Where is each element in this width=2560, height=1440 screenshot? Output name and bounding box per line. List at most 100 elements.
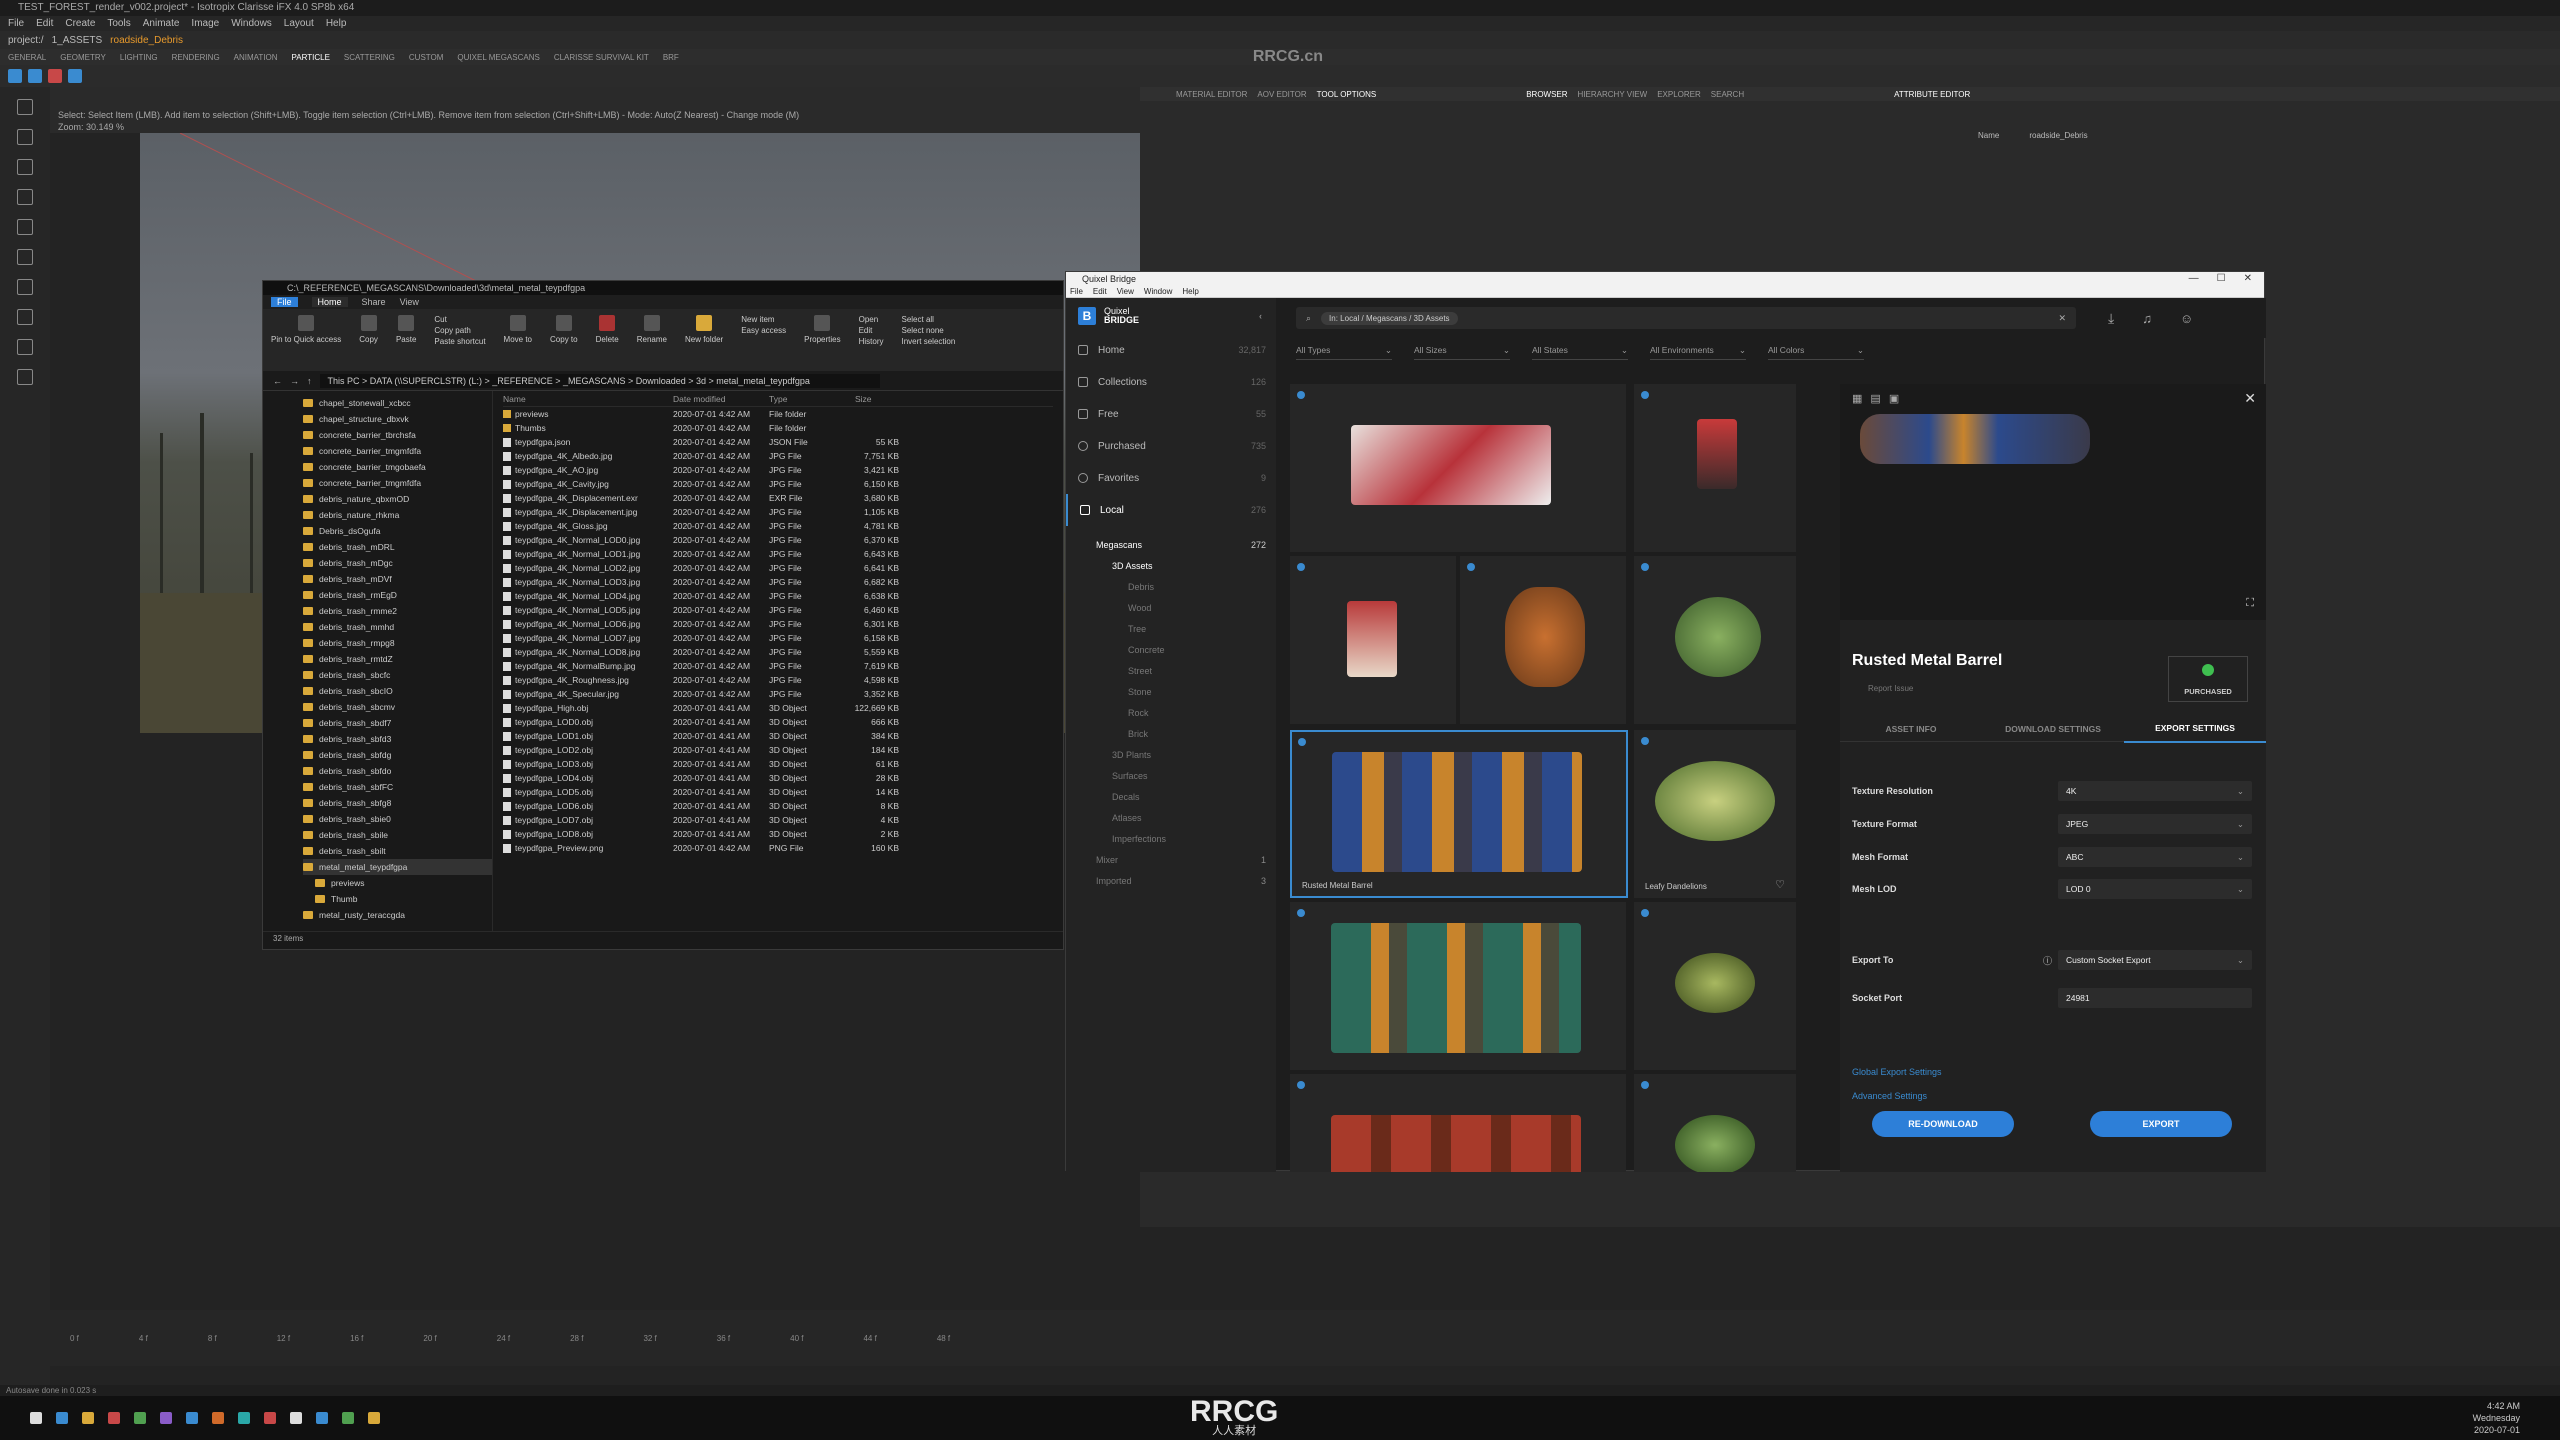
user-icon[interactable]: ☺ bbox=[2180, 311, 2193, 326]
shelf-tab[interactable]: ANIMATION bbox=[234, 53, 278, 62]
frame-tool-icon[interactable] bbox=[17, 339, 33, 355]
camera-tool-icon[interactable] bbox=[17, 369, 33, 385]
copy-path-button[interactable]: Copy path bbox=[434, 326, 470, 335]
path-current[interactable]: roadside_Debris bbox=[110, 35, 183, 46]
tree-subcategory[interactable]: Street bbox=[1066, 660, 1276, 681]
asset-tile-selected[interactable]: Rusted Metal Barrel bbox=[1290, 730, 1628, 898]
asset-tile[interactable] bbox=[1290, 902, 1626, 1070]
file-row[interactable]: teypdfgpa_LOD5.obj 2020-07-01 4:41 AM 3D O… bbox=[503, 785, 1053, 799]
folder-tree-item[interactable]: debris_trash_sbfd3 bbox=[303, 731, 492, 747]
tree-subcategory[interactable]: Concrete bbox=[1066, 639, 1276, 660]
nav-local[interactable]: Local 276 bbox=[1066, 494, 1276, 526]
file-row[interactable]: teypdfgpa_4K_Normal_LOD3.jpg 2020-07-01 4… bbox=[503, 575, 1053, 589]
folder-tree-item[interactable]: chapel_stonewall_xcbcc bbox=[303, 395, 492, 411]
tree-subcategory[interactable]: Wood bbox=[1066, 597, 1276, 618]
file-row[interactable]: teypdfgpa_LOD1.obj 2020-07-01 4:41 AM 3D O… bbox=[503, 729, 1053, 743]
texture-resolution-select[interactable]: 4K ⌄ bbox=[2058, 781, 2252, 801]
bridge-menu-edit[interactable]: Edit bbox=[1093, 287, 1107, 296]
rotate-tool-icon[interactable] bbox=[17, 159, 33, 175]
file-row[interactable]: teypdfgpa_4K_Albedo.jpg 2020-07-01 4:42 A… bbox=[503, 449, 1053, 463]
global-export-settings-link[interactable]: Global Export Settings bbox=[1852, 1067, 1942, 1077]
shelf-tab[interactable]: CUSTOM bbox=[409, 53, 444, 62]
taskbar-app-icon[interactable] bbox=[316, 1412, 328, 1424]
path-root[interactable]: project:/ bbox=[8, 35, 44, 46]
close-window-icon[interactable]: ✕ bbox=[2244, 272, 2252, 286]
invert-selection-button[interactable]: Invert selection bbox=[901, 337, 955, 346]
mesh-lod-select[interactable]: LOD 0 ⌄ bbox=[2058, 879, 2252, 899]
folder-tree-item[interactable]: concrete_barrier_tmgmfdfa bbox=[303, 475, 492, 491]
shelf-tab[interactable]: SCATTERING bbox=[344, 53, 395, 62]
file-row[interactable]: teypdfgpa_Preview.png 2020-07-01 4:42 AM P… bbox=[503, 841, 1053, 855]
tree-subcategory[interactable]: Brick bbox=[1066, 723, 1276, 744]
open-button[interactable]: Open bbox=[859, 315, 879, 324]
col-size[interactable]: Size bbox=[849, 391, 899, 406]
taskbar-app-icon[interactable] bbox=[160, 1412, 172, 1424]
file-row[interactable]: teypdfgpa_LOD3.obj 2020-07-01 4:41 AM 3D O… bbox=[503, 757, 1053, 771]
nav-free[interactable]: Free 55 bbox=[1066, 398, 1276, 430]
tree-category[interactable]: Decals bbox=[1066, 786, 1276, 807]
select-none-button[interactable]: Select none bbox=[901, 326, 943, 335]
folder-tree-item[interactable]: concrete_barrier_tmgmfdfa bbox=[303, 443, 492, 459]
view-list-icon[interactable]: ▤ bbox=[1870, 392, 1880, 405]
paste-shortcut-button[interactable]: Paste shortcut bbox=[434, 337, 485, 346]
mesh-format-select[interactable]: ABC ⌄ bbox=[2058, 847, 2252, 867]
file-row[interactable]: teypdfgpa_4K_Cavity.jpg 2020-07-01 4:42 A… bbox=[503, 477, 1053, 491]
filter-sizes[interactable]: All Sizes ⌄ bbox=[1414, 345, 1510, 360]
select-all-button[interactable]: Select all bbox=[901, 315, 933, 324]
nav-purchased[interactable]: Purchased 735 bbox=[1066, 430, 1276, 462]
file-row[interactable]: teypdfgpa_4K_Normal_LOD8.jpg 2020-07-01 4… bbox=[503, 645, 1053, 659]
col-date[interactable]: Date modified bbox=[673, 391, 769, 406]
panel-tab[interactable]: AOV EDITOR bbox=[1257, 90, 1306, 99]
asset-tile[interactable] bbox=[1290, 556, 1456, 724]
folder-tree-item[interactable]: previews bbox=[303, 875, 492, 891]
panel-tab[interactable]: MATERIAL EDITOR bbox=[1176, 90, 1247, 99]
folder-tree-item[interactable]: debris_trash_rmEgD bbox=[303, 587, 492, 603]
close-detail-icon[interactable]: ✕ bbox=[2244, 390, 2256, 407]
taskbar-app-icon[interactable] bbox=[238, 1412, 250, 1424]
file-row[interactable]: previews 2020-07-01 4:42 AM File folder bbox=[503, 407, 1053, 421]
tree-subcategory[interactable]: Rock bbox=[1066, 702, 1276, 723]
asset-tile[interactable]: Leafy Dandelions ♡ bbox=[1634, 730, 1796, 898]
paste-button[interactable]: Paste bbox=[396, 315, 416, 344]
particle-tool-icon[interactable] bbox=[48, 69, 62, 83]
folder-tree-item[interactable]: debris_trash_sbfdo bbox=[303, 763, 492, 779]
properties-button[interactable]: Properties bbox=[804, 315, 841, 344]
move-tool-icon[interactable] bbox=[17, 129, 33, 145]
tree-imported[interactable]: Imported 3 bbox=[1066, 870, 1276, 891]
copy-button[interactable]: Copy bbox=[359, 315, 378, 344]
tree-subcategory[interactable]: Tree bbox=[1066, 618, 1276, 639]
asset-tile[interactable] bbox=[1460, 556, 1626, 724]
shelf-tab[interactable]: BRF bbox=[663, 53, 679, 62]
file-row[interactable]: teypdfgpa_LOD0.obj 2020-07-01 4:41 AM 3D O… bbox=[503, 715, 1053, 729]
select-tool-icon[interactable] bbox=[17, 99, 33, 115]
tree-category[interactable]: Surfaces bbox=[1066, 765, 1276, 786]
heart-icon[interactable]: ♡ bbox=[1775, 878, 1785, 891]
attr-name-value[interactable]: roadside_Debris bbox=[2029, 131, 2087, 140]
up-arrow-icon[interactable]: ↑ bbox=[307, 376, 312, 386]
filter-colors[interactable]: All Colors ⌄ bbox=[1768, 345, 1864, 360]
folder-tree-item[interactable]: debris_nature_rhkma bbox=[303, 507, 492, 523]
file-row[interactable]: teypdfgpa_4K_AO.jpg 2020-07-01 4:42 AM JPG… bbox=[503, 463, 1053, 477]
asset-tile[interactable] bbox=[1290, 1074, 1626, 1172]
shelf-tab[interactable]: PARTICLE bbox=[292, 53, 330, 62]
folder-tree-item[interactable]: debris_trash_sbcmv bbox=[303, 699, 492, 715]
bridge-menu-file[interactable]: File bbox=[1070, 287, 1083, 296]
search-input[interactable]: ⌕ In: Local / Megascans / 3D Assets ✕ bbox=[1296, 307, 2076, 329]
file-row[interactable]: teypdfgpa_4K_NormalBump.jpg 2020-07-01 4:… bbox=[503, 659, 1053, 673]
start-icon[interactable] bbox=[30, 1412, 42, 1424]
taskbar-app-icon[interactable] bbox=[290, 1412, 302, 1424]
shelf-tab[interactable]: CLARISSE SURVIVAL KIT bbox=[554, 53, 649, 62]
file-row[interactable]: teypdfgpa_4K_Normal_LOD6.jpg 2020-07-01 4… bbox=[503, 617, 1053, 631]
asset-tile[interactable] bbox=[1290, 384, 1626, 552]
tab-asset-info[interactable]: ASSET INFO bbox=[1840, 716, 1982, 742]
asset-tile[interactable] bbox=[1634, 556, 1796, 724]
asset-tile[interactable] bbox=[1634, 384, 1796, 552]
bridge-menu-window[interactable]: Window bbox=[1144, 287, 1172, 296]
file-row[interactable]: teypdfgpa_LOD2.obj 2020-07-01 4:41 AM 3D O… bbox=[503, 743, 1053, 757]
folder-tree-item[interactable]: concrete_barrier_tbrchsfa bbox=[303, 427, 492, 443]
panel-tab[interactable]: EXPLORER bbox=[1657, 90, 1701, 99]
taskbar-app-icon[interactable] bbox=[212, 1412, 224, 1424]
tree-3d-assets[interactable]: 3D Assets bbox=[1066, 555, 1276, 576]
asset-tile[interactable] bbox=[1634, 1074, 1796, 1172]
filter-types[interactable]: All Types ⌄ bbox=[1296, 345, 1392, 360]
